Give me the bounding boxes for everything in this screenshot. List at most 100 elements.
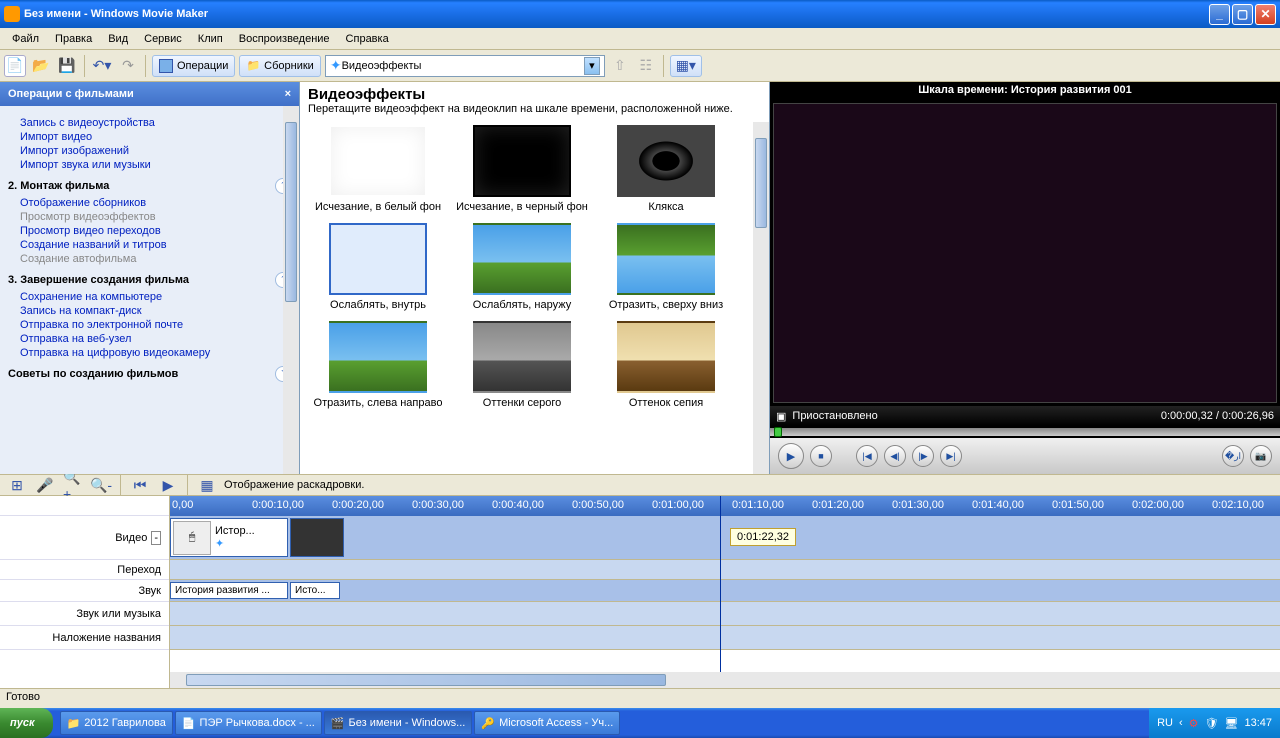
zoom-out-icon[interactable]: 🔍- xyxy=(90,474,112,496)
scrollbar[interactable] xyxy=(283,106,299,474)
effect-item[interactable]: Отразить, слева направо xyxy=(308,321,448,409)
clock[interactable]: 13:47 xyxy=(1244,717,1272,729)
title-track[interactable] xyxy=(170,626,1280,650)
task-h2[interactable]: 2. Монтаж фильмаˆ xyxy=(4,176,295,196)
save-button[interactable]: 💾 xyxy=(56,55,78,77)
task-titles[interactable]: Создание названий и титров xyxy=(4,238,295,252)
task-send-dv[interactable]: Отправка на цифровую видеокамеру xyxy=(4,346,295,360)
effect-item[interactable]: Оттенок сепия xyxy=(596,321,736,409)
task-automovie[interactable]: Создание автофильма xyxy=(4,252,295,266)
taskbar-item[interactable]: 🔑Microsoft Access - Уч... xyxy=(474,711,620,735)
task-import-audio[interactable]: Импорт звука или музыки xyxy=(4,158,295,172)
task-show-collections[interactable]: Отображение сборников xyxy=(4,196,295,210)
effect-item[interactable]: Исчезание, в черный фон xyxy=(452,125,592,213)
rewind-icon[interactable]: ⏮ xyxy=(129,474,151,496)
menu-tools[interactable]: Сервис xyxy=(138,31,188,47)
seek-thumb[interactable] xyxy=(774,427,782,437)
audio-track[interactable]: История развития ... Исто... xyxy=(170,580,1280,602)
effect-item[interactable]: Клякса xyxy=(596,125,736,213)
frame-fwd-button[interactable]: |▶ xyxy=(912,445,934,467)
taskbar-item[interactable]: 📄ПЭР Рычкова.docx - ... xyxy=(175,711,322,735)
task-send-email[interactable]: Отправка по электронной почте xyxy=(4,318,295,332)
menu-clip[interactable]: Клип xyxy=(192,31,229,47)
storyboard-toggle[interactable]: Отображение раскадровки. xyxy=(224,479,364,491)
zoom-in-icon[interactable]: 🔍+ xyxy=(62,474,84,496)
menu-file[interactable]: Файл xyxy=(6,31,45,47)
audio-clip[interactable]: История развития ... xyxy=(170,582,288,599)
stop-button[interactable]: ■ xyxy=(810,445,832,467)
task-h4[interactable]: Советы по созданию фильмовˇ xyxy=(4,364,295,384)
scrollbar[interactable] xyxy=(753,122,769,474)
effect-item[interactable]: Оттенки серого xyxy=(452,321,592,409)
split-button[interactable]: �ار xyxy=(1222,445,1244,467)
taskbar: пуск 📁2012 Гаврилова 📄ПЭР Рычкова.docx -… xyxy=(0,708,1280,738)
task-h3[interactable]: 3. Завершение создания фильмаˆ xyxy=(4,270,295,290)
center-subtitle: Перетащите видеоэффект на видеоклип на ш… xyxy=(300,103,769,121)
video-clip[interactable] xyxy=(290,518,344,557)
transition-track[interactable] xyxy=(170,560,1280,580)
effect-item[interactable]: Отразить, сверху вниз xyxy=(596,223,736,311)
play-timeline-icon[interactable]: ▶ xyxy=(157,474,179,496)
menu-edit[interactable]: Правка xyxy=(49,31,98,47)
redo-button[interactable]: ↷ xyxy=(117,55,139,77)
start-button[interactable]: пуск xyxy=(0,708,53,738)
titlebar: Без имени - Windows Movie Maker _ ▢ ✕ xyxy=(0,0,1280,28)
tray-icon[interactable]: ⚙ xyxy=(1189,717,1199,730)
narrate-icon[interactable]: 🎤 xyxy=(34,474,56,496)
task-import-video[interactable]: Импорт видео xyxy=(4,130,295,144)
timeline-icon[interactable]: ⊞ xyxy=(6,474,28,496)
effect-item[interactable]: Исчезание, в белый фон xyxy=(308,125,448,213)
next-button[interactable]: ▶| xyxy=(940,445,962,467)
close-button[interactable]: ✕ xyxy=(1255,4,1276,25)
menu-view[interactable]: Вид xyxy=(102,31,134,47)
tasks-header: Операции с фильмами× xyxy=(0,82,299,106)
props-button[interactable]: ☷ xyxy=(635,55,657,77)
close-icon[interactable]: × xyxy=(285,88,291,100)
task-view-effects[interactable]: Просмотр видеоэффектов xyxy=(4,210,295,224)
collections-button[interactable]: 📁Сборники xyxy=(239,55,320,77)
task-save-pc[interactable]: Сохранение на компьютере xyxy=(4,290,295,304)
tray-icon[interactable]: 🛡 xyxy=(1205,717,1219,730)
collapse-icon[interactable]: - xyxy=(151,531,161,545)
lang-indicator[interactable]: RU xyxy=(1157,717,1173,729)
time-ruler[interactable]: 0,00 0:00:10,00 0:00:20,00 0:00:30,00 0:… xyxy=(170,496,1280,516)
effects-combo[interactable]: ✦ Видеоэффекты ▾ xyxy=(325,55,605,77)
tray-icon[interactable]: 🖥 xyxy=(1225,717,1239,730)
prev-button[interactable]: |◀ xyxy=(856,445,878,467)
task-send-web[interactable]: Отправка на веб-узел xyxy=(4,332,295,346)
taskbar-item-active[interactable]: 🎬Без имени - Windows... xyxy=(324,711,473,735)
h-scrollbar[interactable] xyxy=(170,672,1280,688)
open-button[interactable]: 📂 xyxy=(30,55,52,77)
menu-help[interactable]: Справка xyxy=(340,31,395,47)
tray-icon[interactable]: ‹ xyxy=(1179,717,1183,729)
undo-button[interactable]: ↶▾ xyxy=(91,55,113,77)
playhead[interactable] xyxy=(720,496,721,688)
system-tray[interactable]: RU ‹ ⚙ 🛡 🖥 13:47 xyxy=(1149,708,1280,738)
menubar: Файл Правка Вид Сервис Клип Воспроизведе… xyxy=(0,28,1280,50)
view-button[interactable]: ▦▾ xyxy=(670,55,702,77)
play-button[interactable]: ▶ xyxy=(778,443,804,469)
snapshot-button[interactable]: 📷 xyxy=(1250,445,1272,467)
operations-button[interactable]: Операции xyxy=(152,55,235,77)
task-save-cd[interactable]: Запись на компакт-диск xyxy=(4,304,295,318)
new-button[interactable]: 📄 xyxy=(4,55,26,77)
chevron-down-icon[interactable]: ▾ xyxy=(584,57,600,75)
up-button[interactable]: ⇧ xyxy=(609,55,631,77)
frame-back-button[interactable]: ◀| xyxy=(884,445,906,467)
track-video-label: Видео xyxy=(115,532,147,544)
task-capture[interactable]: Запись с видеоустройства xyxy=(4,116,295,130)
video-track[interactable]: 🖱 Истор...✦ 0:01:22,32 xyxy=(170,516,1280,560)
storyboard-icon[interactable]: ▦ xyxy=(196,474,218,496)
task-view-transitions[interactable]: Просмотр видео переходов xyxy=(4,224,295,238)
effect-item[interactable]: Ослаблять, наружу xyxy=(452,223,592,311)
task-import-images[interactable]: Импорт изображений xyxy=(4,144,295,158)
video-clip[interactable]: 🖱 Истор...✦ xyxy=(170,518,288,557)
taskbar-item[interactable]: 📁2012 Гаврилова xyxy=(60,711,173,735)
maximize-button[interactable]: ▢ xyxy=(1232,4,1253,25)
menu-play[interactable]: Воспроизведение xyxy=(233,31,336,47)
effect-item-selected[interactable]: Ослаблять, внутрь xyxy=(308,223,448,311)
minimize-button[interactable]: _ xyxy=(1209,4,1230,25)
seek-bar[interactable] xyxy=(770,428,1280,436)
music-track[interactable] xyxy=(170,602,1280,626)
audio-clip[interactable]: Исто... xyxy=(290,582,340,599)
